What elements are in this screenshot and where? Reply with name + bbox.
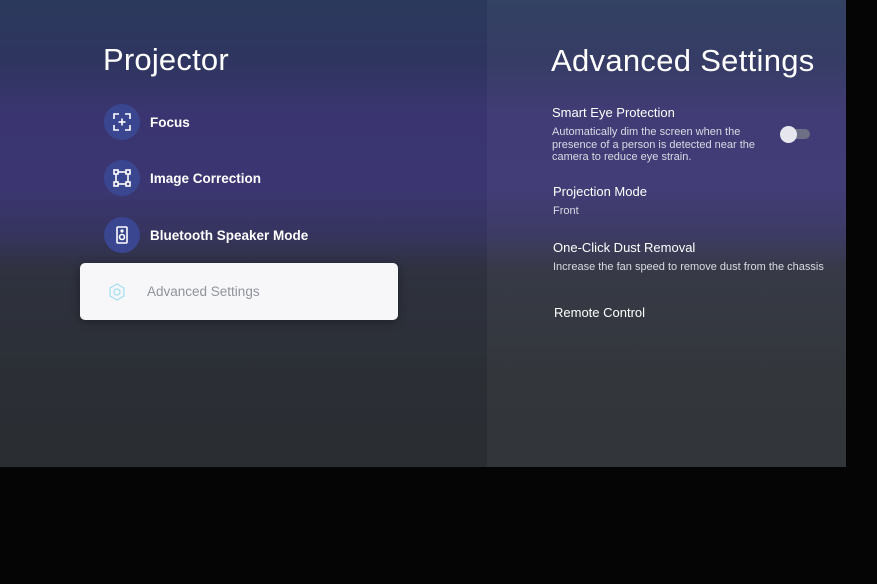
gear-icon — [107, 282, 127, 302]
smart-eye-protection-toggle[interactable] — [780, 126, 810, 143]
menu-item-image-correction[interactable]: Image Correction — [104, 160, 261, 196]
projector-screen: Projector Focus Image Correction Bluetoo… — [0, 0, 846, 467]
menu-label-advanced-settings: Advanced Settings — [147, 284, 260, 299]
image-correction-icon — [104, 160, 140, 196]
menu-item-focus[interactable]: Focus — [104, 104, 190, 140]
page-title: Projector — [103, 42, 229, 77]
setting-projection-mode[interactable]: Projection Mode — [553, 184, 647, 199]
menu-label-bluetooth-speaker-mode: Bluetooth Speaker Mode — [150, 227, 309, 243]
toggle-knob — [780, 126, 797, 143]
setting-remote-control[interactable]: Remote Control — [554, 305, 645, 320]
menu-item-advanced-settings[interactable]: Advanced Settings — [80, 263, 398, 320]
menu-label-focus: Focus — [150, 114, 190, 130]
speaker-icon — [104, 217, 140, 253]
menu-item-bluetooth-speaker-mode[interactable]: Bluetooth Speaker Mode — [104, 217, 308, 253]
setting-projection-mode-value: Front — [553, 205, 579, 217]
setting-smart-eye-protection-description: Automatically dim the screen when the pr… — [552, 126, 756, 163]
setting-dust-removal-description: Increase the fan speed to remove dust fr… — [553, 261, 824, 273]
focus-icon — [104, 104, 140, 140]
setting-one-click-dust-removal[interactable]: One-Click Dust Removal — [553, 240, 695, 255]
menu-label-image-correction: Image Correction — [150, 170, 262, 186]
section-title: Advanced Settings — [551, 43, 815, 78]
setting-smart-eye-protection[interactable]: Smart Eye Protection — [552, 105, 675, 120]
